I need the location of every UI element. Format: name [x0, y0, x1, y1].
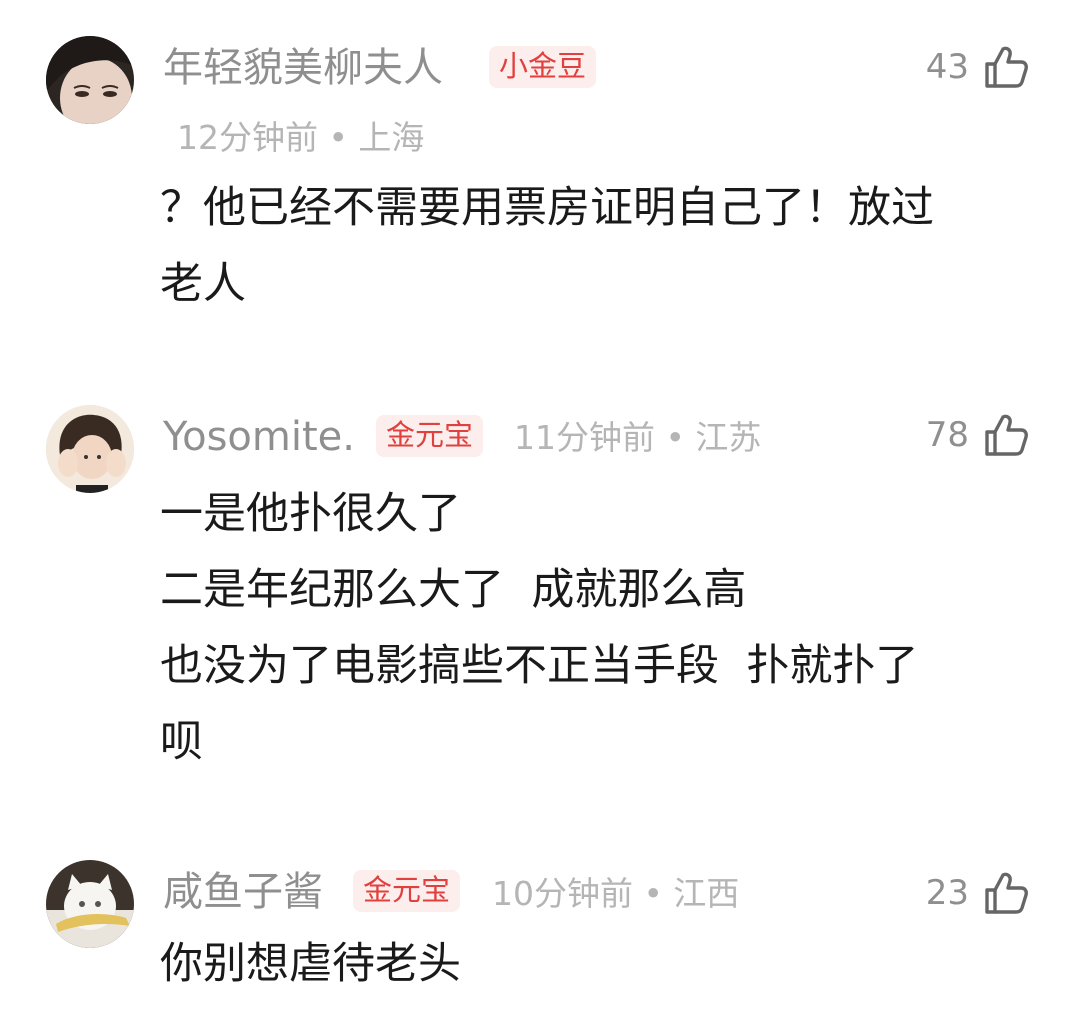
comment-item: 年轻貌美柳夫人 小金豆 12分钟前 • 上海 43 ？他已经不需要用票房证明自己… [0, 0, 1079, 380]
username[interactable]: 咸鱼子酱 [163, 868, 323, 916]
user-level-badge: 金元宝 [353, 870, 461, 912]
like-count: 43 [925, 47, 969, 87]
comment-meta: 10分钟前 • 江西 [492, 874, 740, 913]
like-button[interactable]: 78 [926, 412, 1029, 458]
like-count: 23 [925, 873, 969, 913]
comment-item: 咸鱼子酱 金元宝 10分钟前 • 江西 23 你别想虐待老头 [0, 830, 1079, 1018]
comment-text: 你别想虐待老头 [160, 939, 461, 989]
like-button[interactable]: 43 [926, 44, 1029, 90]
comment-text: ？他已经不需要用票房证明自己了！放过 老人 [160, 183, 934, 309]
comment-text: 一是他扑很久了 二是年纪那么大了 成就那么高 也没为了电影搞些不正当手段 扑就扑… [160, 489, 919, 767]
username[interactable]: Yosomite. [163, 413, 355, 461]
user-avatar[interactable] [46, 405, 134, 493]
thumbs-up-icon [985, 414, 1028, 456]
comment-item: Yosomite. 金元宝 11分钟前 • 江苏 78 一是他扑很久了 二是年纪… [0, 380, 1079, 830]
user-level-badge: 小金豆 [489, 46, 597, 88]
thumbs-up-icon [985, 46, 1028, 88]
user-avatar[interactable] [46, 36, 134, 124]
avatar-girl-hands-face-icon [46, 405, 134, 493]
like-count: 78 [925, 415, 969, 455]
user-level-badge: 金元宝 [376, 415, 484, 457]
comment-meta: 12分钟前 • 上海 [177, 118, 425, 157]
like-button[interactable]: 23 [926, 870, 1029, 916]
thumbs-up-icon [985, 872, 1028, 914]
user-avatar[interactable] [46, 860, 134, 948]
avatar-woman-face-icon [46, 36, 134, 124]
comment-meta: 11分钟前 • 江苏 [514, 418, 762, 457]
avatar-white-cat-fish-icon [46, 860, 134, 948]
username[interactable]: 年轻貌美柳夫人 [163, 44, 443, 92]
